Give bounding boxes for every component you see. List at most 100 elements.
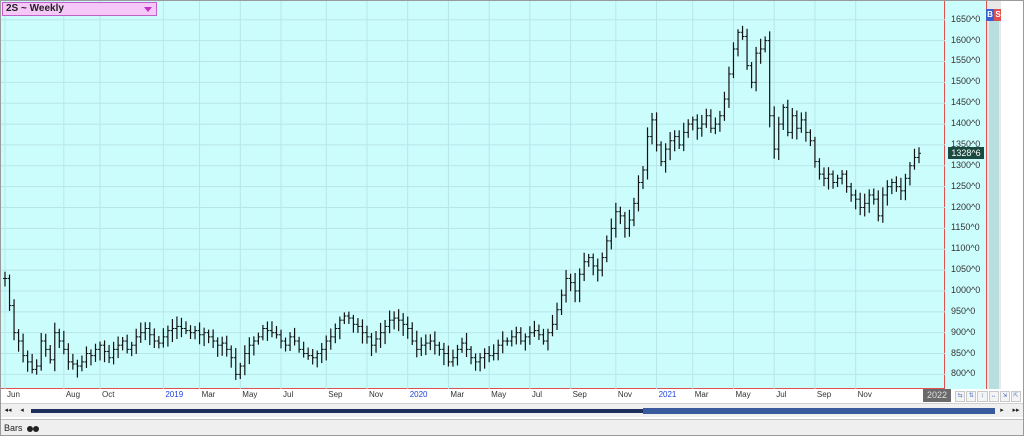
ohlc-bar [708, 109, 713, 133]
price-tick-label: 1100^0 [951, 243, 980, 254]
ohlc-bar [378, 322, 383, 348]
ohlc-bar [360, 319, 365, 344]
ohlc-bar [582, 252, 587, 282]
ohlc-bar [699, 114, 704, 137]
ohlc-bar [763, 36, 768, 53]
ohlc-bar [518, 327, 523, 345]
ohlc-bar [876, 190, 881, 222]
ohlc-bar [315, 350, 320, 368]
ohlc-bar [618, 206, 623, 225]
current-year-box: 2022 [923, 389, 951, 402]
price-chart[interactable] [1, 1, 945, 389]
price-tick-label: 1400^0 [951, 118, 981, 129]
time-tick-label: Jun [7, 390, 20, 399]
ohlc-bar [776, 116, 781, 161]
price-tick-label: 800^0 [951, 368, 976, 379]
ohlc-bar [487, 346, 492, 363]
ohlc-bar [383, 319, 388, 345]
ohlc-bar [328, 328, 333, 350]
ohlc-bar [808, 129, 813, 147]
ohlc-bar [785, 99, 790, 137]
ohlc-bar [174, 316, 179, 340]
period-button[interactable]: ⇲ [999, 391, 1010, 402]
ohlc-bar [505, 337, 510, 346]
ohlc-bar [731, 42, 736, 79]
ohlc-bar [102, 340, 107, 363]
ohlc-bar [663, 143, 668, 173]
ohlc-bar [52, 322, 57, 372]
ohlc-bar [143, 322, 148, 341]
ohlc-bar [84, 346, 89, 368]
scroll-thumb[interactable] [643, 408, 995, 414]
ohlc-bar [283, 337, 288, 352]
symbol-selector[interactable]: 2S ~ Weekly [2, 2, 157, 16]
scroll-end-icon[interactable]: ▸▸ [1011, 406, 1021, 416]
ohlc-bar [3, 271, 7, 287]
ohlc-bar [147, 322, 152, 346]
buy-sell-indicator[interactable]: B S [986, 9, 1002, 21]
ohlc-bar [428, 334, 433, 351]
period-button[interactable]: ↔ [988, 391, 999, 402]
ohlc-bar [48, 345, 53, 364]
ohlc-bar [156, 336, 161, 349]
ohlc-bar [369, 332, 374, 357]
ohlc-bar [233, 347, 238, 380]
ohlc-bar [188, 325, 193, 339]
period-button[interactable]: ↕ [977, 391, 988, 402]
price-tick-label: 850^0 [951, 347, 976, 358]
ohlc-bar [423, 334, 428, 356]
ohlc-bar [256, 332, 261, 345]
ohlc-bar [482, 348, 487, 369]
ohlc-bar [898, 177, 903, 200]
ohlc-bar [364, 325, 369, 344]
ohlc-bar [324, 335, 329, 361]
ohlc-bar [831, 170, 836, 189]
ohlc-bar [853, 189, 858, 210]
ohlc-bar [88, 349, 93, 366]
ohlc-bar [631, 197, 636, 227]
scroll-left-icon[interactable]: ◂ [17, 406, 27, 416]
ohlc-bar [754, 46, 759, 92]
period-button[interactable]: ⇱ [1010, 391, 1022, 402]
ohlc-bar [301, 341, 306, 358]
ohlc-bar [564, 269, 569, 303]
ohlc-bar [722, 91, 727, 121]
chevron-down-icon[interactable] [144, 7, 152, 12]
ohlc-bar [736, 29, 741, 57]
time-tick-label: May [491, 390, 507, 399]
ohlc-bar [66, 343, 71, 370]
ohlc-bar [871, 188, 876, 205]
ohlc-bar [120, 336, 125, 351]
ohlc-bar [690, 116, 695, 131]
ohlc-bar [799, 112, 804, 133]
ohlc-bar [7, 274, 12, 311]
ohlc-bar [161, 328, 166, 348]
price-tick-label: 1150^0 [951, 222, 980, 233]
price-tick-label: 1500^0 [951, 76, 981, 87]
scale-bar [989, 21, 999, 389]
ohlc-bar [717, 110, 722, 132]
ohlc-bar [812, 136, 817, 168]
ohlc-bar [555, 302, 560, 330]
bars-tab[interactable]: Bars [4, 422, 44, 434]
ohlc-bar [297, 336, 302, 353]
ohlc-bar [745, 28, 750, 70]
ohlc-bar [541, 328, 546, 345]
ohlc-bar [57, 328, 62, 349]
ohlc-bar [392, 311, 397, 330]
ohlc-bar [473, 353, 478, 371]
ohlc-bar [79, 355, 84, 372]
period-button[interactable]: ⇅ [966, 391, 977, 402]
horizontal-scrollbar[interactable]: ◂◂ ◂ ▸ ▸▸ [1, 403, 1023, 417]
ohlc-bar [912, 148, 917, 170]
price-tick-label: 1650^0 [951, 13, 981, 24]
ohlc-bar [586, 253, 591, 267]
ohlc-bar [849, 182, 854, 202]
scroll-start-icon[interactable]: ◂◂ [3, 406, 13, 416]
ohlc-bar [650, 112, 655, 145]
scroll-right-icon[interactable]: ▸ [997, 406, 1007, 416]
ohlc-bar [817, 158, 822, 180]
ohlc-bar [125, 334, 130, 354]
period-button[interactable]: ⇆ [955, 391, 966, 402]
time-tick-label: Nov [617, 390, 633, 399]
